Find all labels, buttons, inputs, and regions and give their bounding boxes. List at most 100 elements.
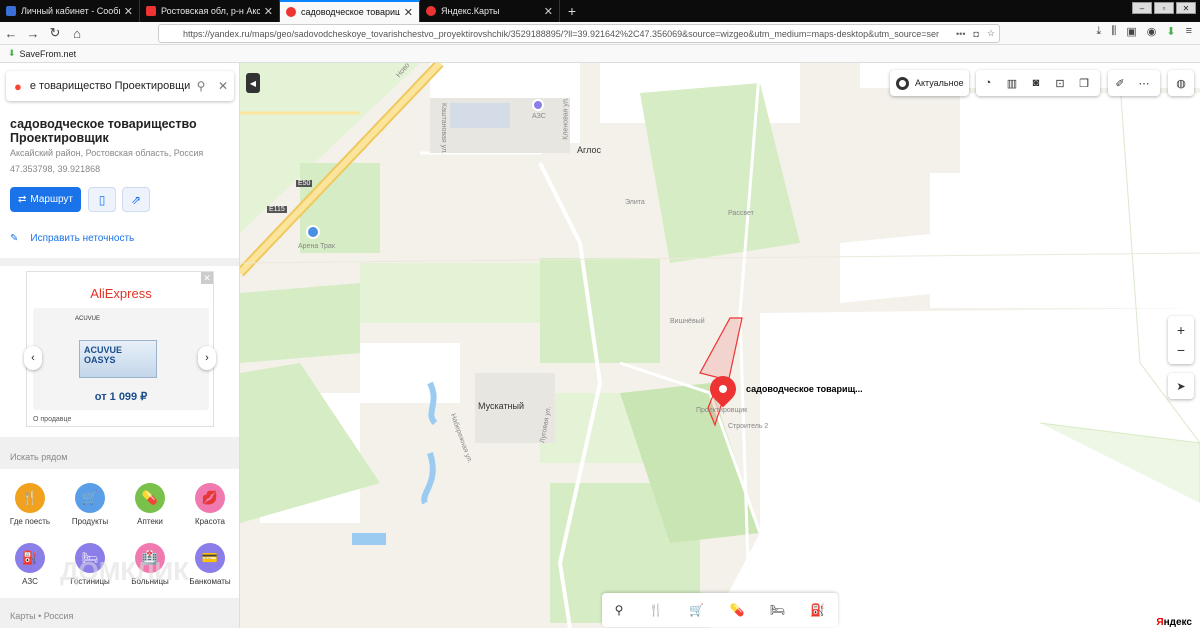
actual-layer-button[interactable]: Актуальное (890, 70, 969, 96)
map-label-place: Вишнёвый (670, 318, 705, 325)
page-actions-icon[interactable]: ••• (956, 29, 965, 39)
home-icon[interactable]: ⌂ (66, 26, 88, 41)
category-beauty[interactable]: 💋 Красота (185, 483, 235, 526)
map-label-place: Элита (625, 199, 645, 206)
profile-icon[interactable]: ◍ (1168, 70, 1194, 96)
pill-icon[interactable]: 💊 (729, 603, 744, 617)
menu-icon[interactable]: ≡ (1186, 25, 1192, 38)
bookmarks-bar: ⬇ SaveFrom.net (0, 45, 1200, 63)
fix-label: Исправить неточность (30, 233, 135, 244)
savefrom-extension-icon[interactable]: ⬇ (1166, 25, 1175, 38)
url-text: https://yandex.ru/maps/geo/sadovodchesko… (183, 28, 939, 39)
poi-truck-icon[interactable] (306, 225, 320, 239)
atm-icon: 💳 (195, 543, 225, 573)
ad-next-arrow-icon[interactable]: › (198, 346, 216, 370)
tab-favicon-icon (6, 6, 16, 16)
tab-close-icon[interactable]: ✕ (264, 5, 273, 18)
tab-close-icon[interactable]: ✕ (404, 6, 413, 19)
location-pin-dot (719, 385, 727, 393)
camera-icon[interactable]: ◙ (1024, 77, 1048, 89)
search-box[interactable]: ● е товарищество Проектировщик ⚲ ✕ (6, 71, 234, 101)
basket-icon: 🛒 (75, 483, 105, 513)
ad-seller-link[interactable]: О продавце (33, 416, 71, 423)
advertisement-banner[interactable]: ✕ AliExpress ACUVUE ACUVUE OASYS от 1 09… (26, 271, 214, 427)
bookmark-savefrom[interactable]: SaveFrom.net (20, 49, 77, 59)
route-label: Маршрут (30, 194, 73, 205)
pocket-icon[interactable]: ◘ (973, 29, 978, 39)
browser-tab[interactable]: Ростовская обл, р-н Аксайск ✕ (140, 0, 280, 22)
browser-nav-bar: ← → ↻ ⌂ https://yandex.ru/maps/geo/sadov… (0, 22, 1200, 45)
collapse-sidebar-icon[interactable]: ◀ (246, 73, 260, 93)
sidebar-icon[interactable]: ▣ (1126, 25, 1136, 38)
fuel-icon[interactable]: ⛽ (810, 603, 825, 617)
maximize-icon[interactable]: ▫ (1154, 2, 1174, 14)
route-button[interactable]: ⇄ Маршрут (10, 187, 81, 212)
library-icon[interactable]: ⫼ (1111, 25, 1116, 38)
zoom-in-button[interactable]: + (1177, 320, 1185, 340)
logo-text: ндекс (1163, 617, 1192, 628)
browser-tab[interactable]: Личный кабинет - Сообщени ✕ (0, 0, 140, 22)
category-label: Аптеки (137, 517, 163, 526)
fuel-icon: ⛽ (15, 543, 45, 573)
map-label-street: Кленовая ул. (562, 97, 570, 140)
search-icon[interactable]: ⚲ (190, 79, 212, 93)
bookmark-star-icon[interactable]: ☆ (987, 28, 995, 39)
clear-search-icon[interactable]: ✕ (212, 79, 234, 93)
search-icon[interactable]: ⚲ (615, 603, 624, 617)
traffic-icon[interactable]: ◔ (976, 77, 1000, 89)
zoom-control: + − (1168, 316, 1194, 364)
back-icon[interactable]: ← (0, 26, 22, 41)
map-pin-icon: ● (14, 78, 22, 94)
category-pharmacy[interactable]: 💊 Аптеки (125, 483, 175, 526)
category-label: АЗС (22, 577, 38, 586)
category-gas[interactable]: ⛽ АЗС (5, 543, 55, 586)
tab-label: Яндекс.Карты (441, 6, 500, 16)
map-label-highway: E115 (267, 206, 287, 213)
map-pin-label[interactable]: садоводческое товарищ... (746, 384, 863, 394)
search-input[interactable]: е товарищество Проектировщик (30, 80, 190, 92)
nearby-title: Искать рядом (10, 452, 68, 462)
window-controls: – ▫ ✕ (1132, 2, 1196, 14)
browser-tab-active[interactable]: садоводческое товарищество ✕ (280, 0, 420, 22)
close-window-icon[interactable]: ✕ (1176, 2, 1196, 14)
download-icon[interactable]: ⤓ (1096, 25, 1101, 38)
sidebar-panel: ● е товарищество Проектировщик ⚲ ✕ садов… (0, 63, 240, 628)
ruler-icon[interactable]: ✐ (1108, 77, 1132, 90)
forward-icon[interactable]: → (22, 26, 44, 41)
ad-prev-arrow-icon[interactable]: ‹ (24, 346, 42, 370)
ad-close-icon[interactable]: ✕ (201, 272, 213, 284)
place-coordinates[interactable]: 47.353798, 39.921868 (10, 164, 100, 174)
basket-icon[interactable]: 🛒 (689, 603, 704, 617)
browser-tab[interactable]: Яндекс.Карты ✕ (420, 0, 560, 22)
firefox-account-icon[interactable]: ◉ (1147, 25, 1157, 38)
bed-icon[interactable]: 🛏 (770, 603, 785, 617)
tab-favicon-icon (426, 6, 436, 16)
map-label-place: Проектировщик (696, 407, 748, 414)
url-bar[interactable]: https://yandex.ru/maps/geo/sadovodchesko… (158, 24, 1000, 43)
panorama-icon[interactable]: ▥ (1000, 77, 1024, 90)
category-label: Красота (195, 517, 225, 526)
new-tab-button[interactable]: + (560, 0, 584, 22)
category-atm[interactable]: 💳 Банкоматы (185, 543, 235, 586)
zoom-out-button[interactable]: − (1177, 340, 1185, 360)
layers-icon[interactable]: ❐ (1072, 77, 1096, 90)
category-groceries[interactable]: 🛒 Продукты (65, 483, 115, 526)
bookmark-button[interactable]: ▯ (88, 187, 116, 212)
reload-icon[interactable]: ↻ (44, 25, 66, 41)
more-icon[interactable]: ⋯ (1132, 77, 1156, 90)
tab-close-icon[interactable]: ✕ (124, 5, 133, 18)
fix-inaccuracy-link[interactable]: ✎ Исправить неточность (10, 233, 134, 244)
poi-gas-station-icon[interactable] (532, 99, 544, 111)
breadcrumb[interactable]: Карты • Россия (10, 611, 73, 621)
minimize-icon[interactable]: – (1132, 2, 1152, 14)
transit-icon[interactable]: ⊡ (1048, 77, 1072, 90)
category-food[interactable]: 🍴 Где поесть (5, 483, 55, 526)
tab-close-icon[interactable]: ✕ (544, 5, 553, 18)
fork-knife-icon[interactable]: 🍴 (649, 603, 664, 617)
geolocation-icon[interactable]: ➤ (1168, 373, 1194, 399)
share-button[interactable]: ⇗ (122, 187, 150, 212)
bookmark-icon: ▯ (98, 192, 106, 207)
savefrom-icon: ⬇ (8, 48, 16, 58)
map-canvas[interactable]: ◀ Ново Каштановая ул. АЗС Кленовая ул. А… (240, 63, 1200, 628)
map-label-place: Строитель 2 (728, 423, 769, 430)
